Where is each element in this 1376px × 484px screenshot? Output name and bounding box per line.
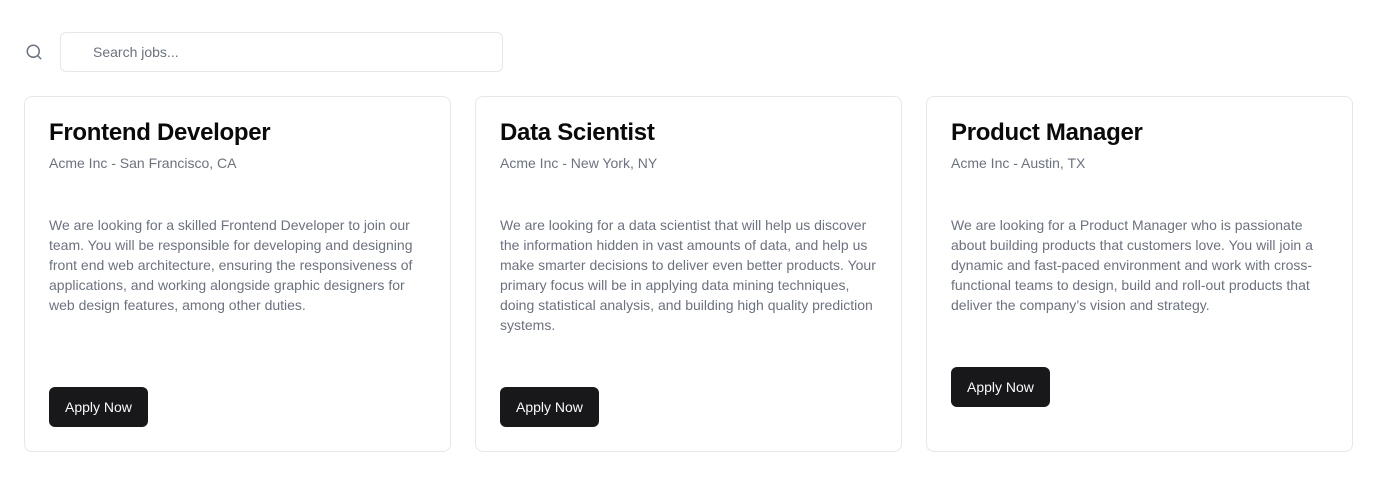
job-card-list: Frontend Developer Acme Inc - San Franci… [24, 96, 1353, 452]
job-card-product-manager: Product Manager Acme Inc - Austin, TX We… [926, 96, 1353, 452]
search-bar [24, 32, 503, 72]
job-description: We are looking for a Product Manager who… [951, 217, 1313, 313]
job-title: Product Manager [951, 119, 1143, 146]
job-card-frontend-developer: Frontend Developer Acme Inc - San Franci… [24, 96, 451, 452]
search-icon [24, 42, 44, 62]
job-title: Data Scientist [500, 119, 655, 146]
job-description: We are looking for a data scientist that… [500, 217, 876, 333]
job-company-location: Acme Inc - New York, NY [500, 155, 658, 171]
job-description: We are looking for a skilled Frontend De… [49, 217, 413, 313]
search-input[interactable] [60, 32, 503, 72]
apply-now-button[interactable]: Apply Now [951, 367, 1050, 407]
job-title: Frontend Developer [49, 119, 271, 146]
apply-now-button[interactable]: Apply Now [49, 387, 148, 427]
job-company-location: Acme Inc - San Francisco, CA [49, 155, 237, 171]
apply-now-button[interactable]: Apply Now [500, 387, 599, 427]
job-company-location: Acme Inc - Austin, TX [951, 155, 1086, 171]
job-card-data-scientist: Data Scientist Acme Inc - New York, NY W… [475, 96, 902, 452]
